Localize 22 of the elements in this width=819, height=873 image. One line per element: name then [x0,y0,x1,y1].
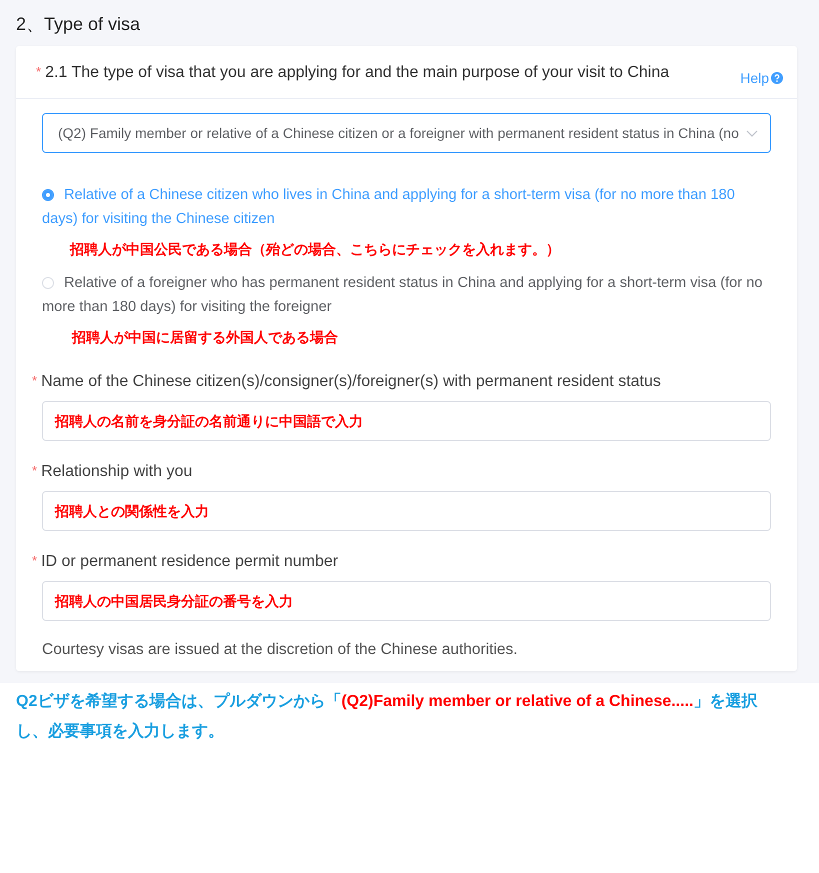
annotation-text: 招聘人が中国公民である場合（殆どの場合、こちらにチェックを入れます。） [70,240,561,259]
required-mark: * [36,64,42,79]
visa-type-dropdown[interactable]: (Q2) Family member or relative of a Chinese citizen or a foreigner with permanent resident status in China (no [42,113,771,153]
help-icon [771,72,783,84]
required-mark: * [32,373,38,388]
section-title: 2、Type of visa [16,13,142,36]
required-mark: * [32,463,38,478]
caption-text: Q2ビザを希望する場合は、プルダウンから「(Q2)Family member or relative of a Chinese.....」を選択し、必要事項を入力します。 [15,691,758,742]
notice-text: Courtesy visas are issued at the discretion of the Chinese authorities. [42,641,519,659]
input-field[interactable]: 招聘人の中国居民身分証の番号を入力 [42,581,771,621]
field-label: ID or permanent residence permit number [41,553,338,570]
field-label: Relationship with you [41,463,192,480]
field-label: Name of the Chinese citizen(s)/consigner(s)/foreigner(s) with permanent resident status [41,373,661,390]
annotation-text: 招聘人が中国に居留する外国人である場合 [72,328,339,347]
radio-option[interactable]: Relative of a Chinese citizen who lives in China and applying for a short-term visa (for no more than 180 days) for visiting the Chinese citizen [42,183,771,231]
input-field[interactable]: 招聘人との関係性を入力 [42,491,771,531]
input-field[interactable]: 招聘人の名前を身分証の名前通りに中国語で入力 [42,401,771,441]
radio-option[interactable]: Relative of a foreigner who has permanent resident status in China and applying for a short-term visa (for no more than 180 days) for visiting the foreigner [42,271,771,319]
help-link[interactable]: Help [740,70,783,86]
question-label: 2.1 The type of visa that you are applying for and the main purpose of your visit to China [45,64,670,81]
required-mark: * [32,553,38,568]
chevron-down-icon [746,130,758,136]
